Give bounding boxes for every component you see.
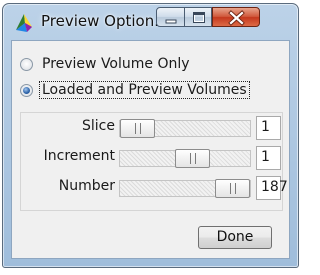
dialog-content: Preview Volume Only Loaded and Preview V…: [11, 40, 290, 259]
close-button[interactable]: [212, 7, 260, 27]
slice-slider[interactable]: [119, 119, 251, 138]
increment-label: Increment: [43, 148, 115, 164]
minimize-button[interactable]: [156, 7, 185, 27]
radio-button-selected[interactable]: [20, 84, 33, 97]
title-bar[interactable]: Preview Option...: [3, 4, 298, 40]
radio-button[interactable]: [20, 58, 33, 71]
increment-slider[interactable]: [119, 149, 251, 168]
number-label: Number: [58, 178, 115, 194]
minimize-icon: [165, 19, 177, 24]
slice-value-field[interactable]: 1: [256, 116, 281, 140]
done-button[interactable]: Done: [198, 226, 272, 249]
increment-value-field[interactable]: 1: [256, 146, 281, 170]
slider-group: Slice 1 Increment 1 Number 187: [20, 112, 288, 211]
number-value-field[interactable]: 187: [256, 176, 288, 200]
option-label: Loaded and Preview Volumes: [39, 81, 250, 99]
radio-dot-icon: [23, 87, 30, 94]
slice-label: Slice: [82, 118, 115, 134]
slider-thumb[interactable]: [175, 149, 210, 168]
slider-thumb[interactable]: [120, 119, 155, 138]
slider-thumb[interactable]: [215, 179, 250, 198]
number-slider[interactable]: [119, 179, 251, 198]
colorful-wand-icon: [13, 11, 35, 33]
maximize-button[interactable]: [184, 7, 212, 27]
window-title: Preview Option...: [41, 12, 169, 30]
option-label: Preview Volume Only: [42, 56, 190, 72]
maximize-icon: [193, 12, 205, 23]
dialog-window: Preview Option... Preview Volume Only Lo…: [2, 3, 299, 268]
close-icon: [228, 10, 245, 26]
